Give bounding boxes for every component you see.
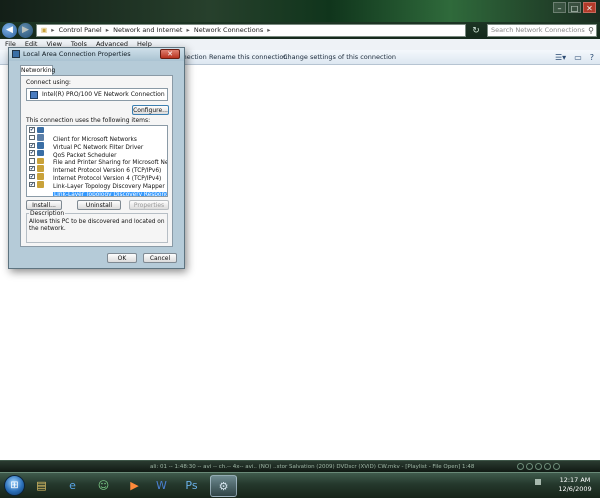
breadcrumb-separator: ▸ [51, 26, 55, 34]
media-player-taskbar-button[interactable]: ▶ [121, 475, 148, 497]
component-item[interactable]: Virtual PC Network Filter Driver [27, 134, 167, 151]
next-icon[interactable] [553, 463, 560, 470]
breadcrumb-separator: ▸ [186, 26, 190, 34]
component-checkbox[interactable]: ✔ [29, 165, 35, 172]
command-change-settings[interactable]: Change settings of this connection [283, 50, 396, 65]
command-rename-connection[interactable]: Rename this connection [209, 50, 287, 65]
address-box[interactable]: ▣ ▸ Control Panel ▸ Network and Internet… [36, 24, 466, 37]
ok-button[interactable]: OK [107, 253, 137, 263]
networking-panel: Connect using: Intel(R) PRO/100 VE Netwo… [20, 75, 173, 247]
component-item[interactable]: Internet Protocol Version 6 (TCP/IPv6) [27, 157, 167, 174]
component-checkbox[interactable] [29, 158, 35, 164]
forward-button[interactable]: ▶ [18, 23, 33, 38]
connect-using-label: Connect using: [26, 79, 71, 86]
refresh-icon[interactable]: ↻ [470, 25, 482, 37]
breadcrumb-network-connections[interactable]: Network Connections [194, 26, 263, 34]
view-controls: ☰▾ ▭ ? [555, 52, 594, 63]
volume-icon[interactable] [535, 479, 541, 485]
media-player-strip: ali: 01 -- 1:48:30 -- avi -- ch.-- 4x-- … [0, 460, 600, 472]
description-group: Description Allows this PC to be discove… [26, 210, 168, 243]
component-item[interactable]: ✔ Link-Layer Topology Discovery Responder [27, 181, 167, 196]
previous-icon[interactable] [517, 463, 524, 470]
search-placeholder: Search Network Connections [491, 26, 585, 34]
media-controls [517, 463, 560, 470]
breadcrumb-separator: ▸ [267, 26, 271, 34]
dialog-close-button[interactable]: ✕ [160, 49, 180, 59]
component-icon [37, 173, 44, 180]
close-button[interactable]: ✕ [583, 2, 596, 13]
components-list[interactable]: ✔ Client for Microsoft Networks Virtual PC… [26, 125, 168, 197]
component-checkbox[interactable]: ✔ [29, 127, 35, 133]
word-taskbar-button[interactable]: W [148, 475, 175, 497]
help-icon[interactable]: ? [590, 52, 594, 63]
component-item[interactable]: ✔ Client for Microsoft Networks [27, 126, 167, 143]
preview-pane-icon[interactable]: ▭ [574, 52, 582, 63]
description-label: Description [29, 210, 66, 217]
uninstall-button[interactable]: Uninstall [77, 200, 121, 210]
network-adapter-icon [12, 50, 20, 58]
breadcrumb-network-internet[interactable]: Network and Internet [113, 26, 182, 34]
dialog-title: Local Area Connection Properties [23, 50, 131, 58]
search-input[interactable]: Search Network Connections ⚲ [487, 24, 597, 37]
component-item[interactable]: ✔ Internet Protocol Version 4 (TCP/IPv4) [27, 165, 167, 182]
component-icon [37, 165, 44, 172]
clock[interactable]: 12:17 AM 12/6/2009 [553, 476, 597, 494]
pause-icon[interactable] [535, 463, 542, 470]
view-options-icon[interactable]: ☰▾ [555, 52, 566, 63]
photoshop-taskbar-button[interactable]: Ps [178, 475, 205, 497]
adapter-field: Intel(R) PRO/100 VE Network Connection [26, 88, 168, 101]
items-label: This connection uses the following items… [26, 117, 151, 124]
maximize-button[interactable]: □ [568, 2, 581, 13]
clock-date: 12/6/2009 [558, 485, 592, 493]
play-icon[interactable] [526, 463, 533, 470]
component-label: Link-Layer Topology Discovery Responder [53, 191, 167, 196]
dialog-titlebar[interactable]: Local Area Connection Properties ✕ [9, 48, 184, 61]
address-bar: ◀ ▶ ▣ ▸ Control Panel ▸ Network and Inte… [0, 22, 600, 39]
component-icon [37, 142, 44, 149]
internet-explorer-taskbar-button[interactable]: e [59, 475, 86, 497]
breadcrumb-control-panel[interactable]: Control Panel [59, 26, 102, 34]
component-item[interactable]: ✔Link-Layer Topology Discovery Mapper I/… [27, 173, 167, 190]
back-button[interactable]: ◀ [2, 23, 17, 38]
adapter-name: Intel(R) PRO/100 VE Network Connection [42, 91, 165, 98]
component-checkbox[interactable]: ✔ [29, 150, 35, 156]
network-card-icon [30, 91, 38, 99]
component-icon [37, 126, 44, 133]
component-icon [37, 181, 44, 188]
folder-icon: ▣ [41, 26, 48, 34]
clock-time: 12:17 AM [559, 476, 591, 484]
component-item[interactable]: ✔ QoS Packet Scheduler [27, 142, 167, 159]
component-icon [37, 157, 44, 165]
breadcrumb-separator: ▸ [105, 26, 110, 34]
properties-button[interactable]: Properties [129, 200, 169, 210]
messenger-taskbar-button[interactable]: ☺ [90, 475, 117, 497]
caption-buttons: – □ ✕ [553, 2, 596, 13]
start-button[interactable]: ⊞ [4, 475, 25, 496]
stop-icon[interactable] [544, 463, 551, 470]
window-titlebar[interactable]: – □ ✕ [0, 0, 600, 22]
component-checkbox[interactable] [29, 134, 35, 141]
component-checkbox[interactable]: ✔ [29, 142, 35, 149]
notification-area [535, 479, 549, 485]
network-connections-taskbar-button[interactable]: ⚙ [210, 475, 237, 497]
install-button[interactable]: Install... [26, 200, 62, 210]
tab-networking[interactable]: Networking [20, 65, 55, 75]
description-text: Allows this PC to be discovered and loca… [29, 219, 165, 232]
component-item[interactable]: ✔ File and Printer Sharing for Microsoft … [27, 149, 167, 166]
file-explorer-taskbar-button[interactable]: ▤ [28, 475, 55, 497]
taskbar: ⊞ ▤ e ☺ ▶ W Ps ⚙ 12:17 AM 12/6/2009 [0, 472, 600, 498]
component-icon [37, 149, 44, 157]
minimize-button[interactable]: – [553, 2, 566, 13]
component-checkbox[interactable]: ✔ [29, 181, 35, 188]
cancel-button[interactable]: Cancel [143, 253, 177, 263]
configure-button[interactable]: Configure... [132, 105, 169, 115]
properties-dialog: Local Area Connection Properties ✕ Netwo… [8, 47, 185, 269]
component-icon [37, 134, 44, 141]
component-checkbox[interactable]: ✔ [29, 173, 35, 180]
search-icon: ⚲ [588, 26, 594, 35]
